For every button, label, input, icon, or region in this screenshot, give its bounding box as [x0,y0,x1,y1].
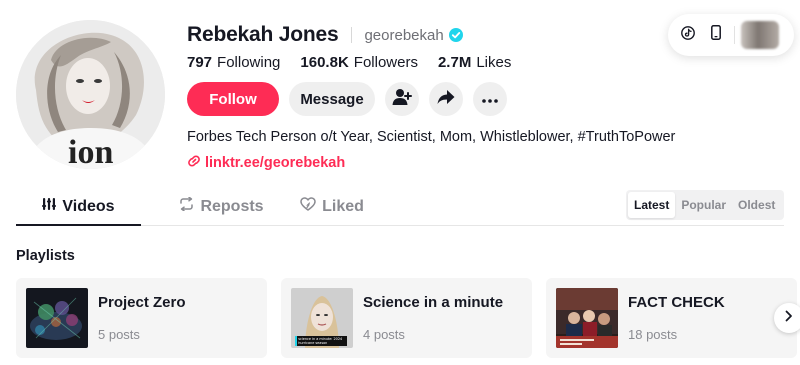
message-button[interactable]: Message [289,82,375,116]
thumbnail-caption: science in a minute: 2024 hurricane seas… [298,336,343,345]
display-name: Rebekah Jones [187,23,339,46]
stat-following-count: 797 [187,53,213,71]
playlist-card[interactable]: Project Zero 5 posts [16,278,267,358]
mobile-icon [711,25,721,45]
stat-likes-label: Likes [476,53,512,71]
add-user-icon [392,88,412,111]
profile-actions: Follow Message [187,82,507,116]
grid-icon [42,197,62,216]
profile-name-row: Rebekah Jones georebekah [187,22,463,48]
playlist-title: FACT CHECK [628,294,725,311]
verified-badge-icon [448,28,463,42]
tiktok-app-button[interactable] [674,25,702,45]
profile-stats: 797 Following 160.8K Followers 2.7M Like… [187,52,531,72]
playlist-thumbnail [26,288,88,348]
profile-bio: Forbes Tech Person o/t Year, Scientist, … [187,129,676,145]
tab-reposts-label: Reposts [200,197,264,215]
profile-link-text: linktr.ee/georebekah [205,155,346,171]
share-icon [437,89,455,110]
follow-button[interactable]: Follow [187,82,279,116]
add-friend-button[interactable] [385,82,419,116]
avatar-shirt-text: ion [68,134,113,169]
stat-following-label: Following [217,53,281,71]
user-avatar-thumb[interactable] [741,21,779,49]
username: georebekah [364,26,444,44]
tab-videos[interactable]: Videos [16,188,141,225]
link-icon [187,154,205,172]
playlist-card[interactable]: science in a minute: 2024 hurricane seas… [281,278,532,358]
playlist-thumbnail: science in a minute: 2024 hurricane seas… [291,288,353,348]
playlist-post-count: 5 posts [98,327,140,342]
more-options-button[interactable] [473,82,507,116]
avatar-image: ion [16,20,165,169]
sort-latest[interactable]: Latest [628,192,676,218]
stat-followers-label: Followers [353,53,418,71]
repost-icon [179,196,200,216]
name-divider [351,27,353,43]
active-tab-indicator [16,224,141,226]
chevron-right-icon [785,309,793,327]
profile-link[interactable]: linktr.ee/georebekah [187,154,345,172]
more-icon [482,90,498,108]
stat-likes: 2.7M Likes [438,54,511,71]
profile-avatar[interactable]: ion [16,20,165,169]
tab-videos-label: Videos [62,197,115,215]
tab-liked-label: Liked [322,197,364,215]
floating-controls [668,14,794,56]
controls-divider [734,26,735,44]
sort-popular[interactable]: Popular [675,192,732,218]
playlist-card[interactable]: FACT CHECK 18 posts [546,278,797,358]
playlist-post-count: 18 posts [628,327,678,342]
stat-followers[interactable]: 160.8K Followers [300,54,418,71]
heart-icon [300,197,322,216]
playlists-next-button[interactable] [774,303,800,333]
stat-likes-count: 2.7M [437,53,472,71]
playlist-title: Project Zero [98,294,186,311]
stat-followers-count: 160.8K [300,53,349,71]
tab-liked[interactable]: Liked [272,188,392,225]
sort-oldest[interactable]: Oldest [732,192,781,218]
mobile-app-button[interactable] [702,25,730,45]
sort-toggle: Latest Popular Oldest [626,190,784,220]
share-button[interactable] [429,82,463,116]
tab-reposts[interactable]: Reposts [159,188,284,225]
playlist-post-count: 4 posts [363,327,405,342]
playlist-title: Science in a minute [363,294,504,311]
playlists-heading: Playlists [16,248,75,264]
playlist-thumbnail [556,288,618,348]
tiktok-icon [681,25,695,45]
stat-following[interactable]: 797 Following [187,54,280,71]
